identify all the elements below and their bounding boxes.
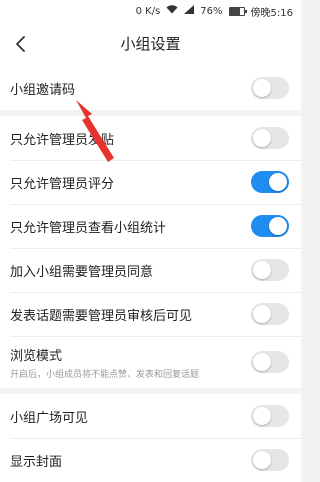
- setting-topic-review[interactable]: 发表话题需要管理员审核后可见: [0, 292, 301, 336]
- toggle-switch[interactable]: [251, 77, 289, 99]
- setting-join-approval[interactable]: 加入小组需要管理员同意: [0, 248, 301, 292]
- toggle-switch[interactable]: [251, 303, 289, 325]
- battery-level: [229, 7, 241, 15]
- toggle-switch[interactable]: [251, 351, 289, 373]
- network-speed: 0 K/s: [135, 5, 161, 17]
- settings-group-visibility: 小组广场可见 显示封面: [0, 388, 301, 482]
- setting-description: 开启后，小组成员将不能点赞、发表和回复话题: [10, 369, 200, 380]
- setting-browse-mode[interactable]: 浏览模式 开启后，小组成员将不能点赞、发表和回复话题: [0, 336, 301, 388]
- toggle-switch[interactable]: [251, 405, 289, 427]
- setting-invite-code[interactable]: 小组邀请码: [0, 66, 301, 110]
- setting-show-cover[interactable]: 显示封面: [0, 438, 301, 482]
- toggle-knob: [269, 217, 287, 235]
- page-title: 小组设置: [120, 35, 181, 53]
- setting-admin-only-stats[interactable]: 只允许管理员查看小组统计: [0, 204, 301, 248]
- toggle-knob: [253, 305, 271, 323]
- toggle-knob: [253, 129, 271, 147]
- setting-label: 发表话题需要管理员审核后可见: [10, 308, 193, 324]
- setting-label: 小组广场可见: [10, 410, 89, 426]
- setting-label: 浏览模式: [10, 348, 63, 364]
- toggle-switch[interactable]: [251, 215, 289, 237]
- setting-label: 只允许管理员评分: [10, 176, 115, 192]
- setting-label: 显示封面: [10, 454, 63, 470]
- setting-label: 小组邀请码: [10, 82, 76, 98]
- setting-square-visible[interactable]: 小组广场可见: [0, 394, 301, 438]
- toggle-switch[interactable]: [251, 127, 289, 149]
- clock: 傍晚5:16: [250, 7, 293, 19]
- toggle-knob: [269, 173, 287, 191]
- battery-percent: 76%: [200, 5, 223, 17]
- signal-icon: [184, 5, 195, 17]
- status-bar: 0 K/s 76% 傍晚5:16: [0, 0, 301, 22]
- toggle-knob: [253, 261, 271, 279]
- toggle-knob: [253, 353, 271, 371]
- setting-admin-only-rating[interactable]: 只允许管理员评分: [0, 160, 301, 204]
- setting-label: 只允许管理员查看小组统计: [10, 220, 167, 236]
- setting-admin-only-post[interactable]: 只允许管理员发贴: [0, 116, 301, 160]
- toggle-switch[interactable]: [251, 259, 289, 281]
- toggle-knob: [253, 407, 271, 425]
- setting-label: 加入小组需要管理员同意: [10, 264, 154, 280]
- toggle-knob: [253, 79, 271, 97]
- battery-icon: [228, 6, 247, 16]
- header-bar: 小组设置: [0, 22, 301, 66]
- settings-group-invite: 小组邀请码: [0, 66, 301, 110]
- wifi-icon: [166, 5, 178, 17]
- annotation-arrow-icon: [76, 100, 114, 162]
- settings-group-permissions: 只允许管理员发贴 只允许管理员评分 只允许管理员查看小组统计 加入小组需要管理员…: [0, 110, 301, 388]
- toggle-switch[interactable]: [251, 171, 289, 193]
- toggle-knob: [253, 451, 271, 469]
- toggle-switch[interactable]: [251, 449, 289, 471]
